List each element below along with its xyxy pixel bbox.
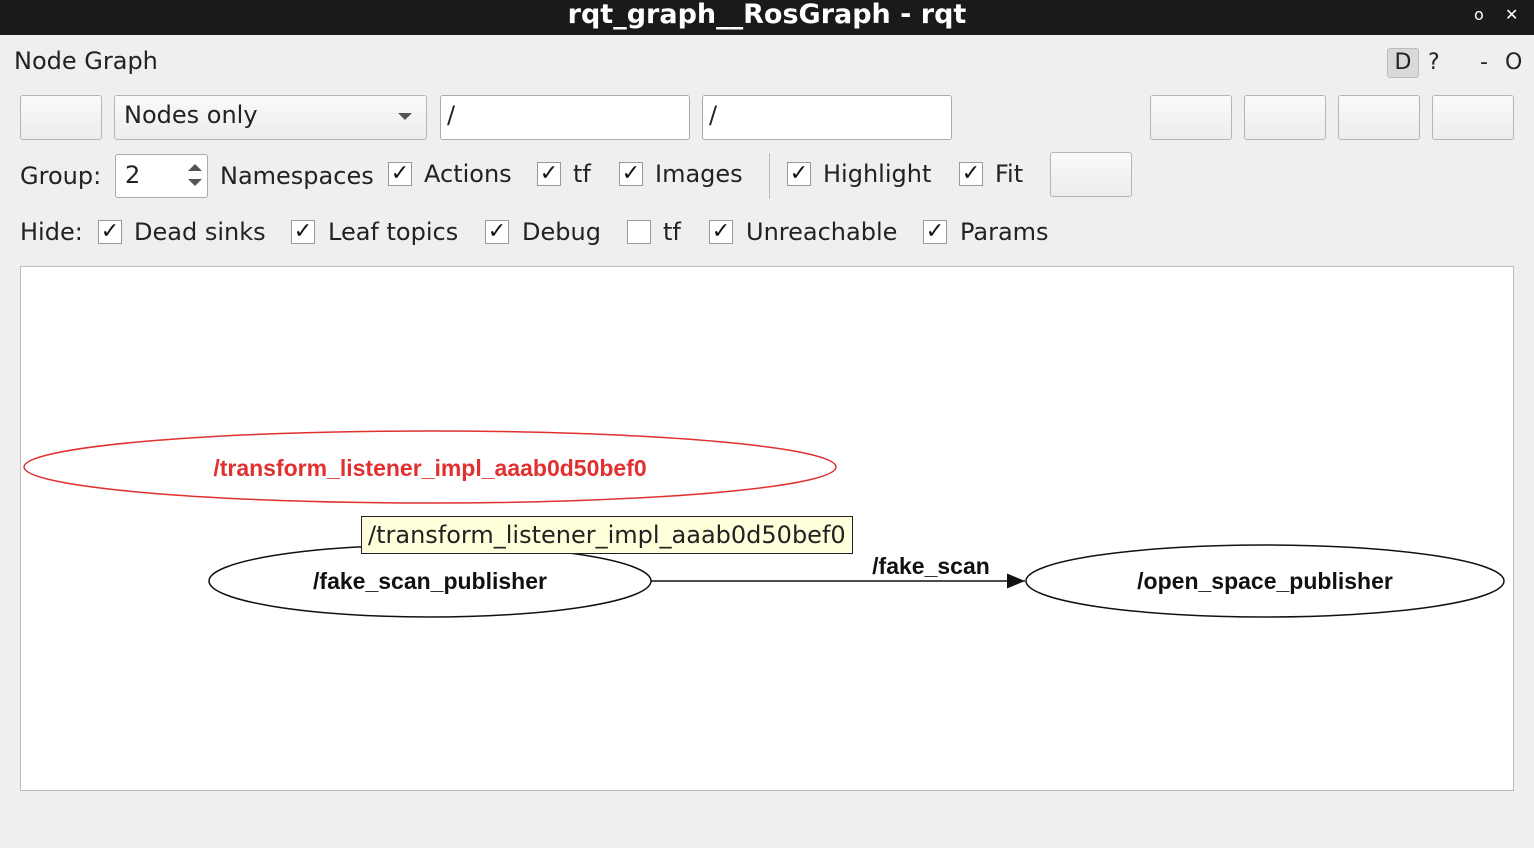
images-label: Images — [655, 160, 743, 188]
tf-group-label: tf — [573, 160, 591, 188]
graph-canvas[interactable]: /transform_listener_impl_aaab0d50bef0 /f… — [20, 266, 1514, 791]
highlight-checkbox[interactable]: ✓ — [787, 162, 811, 186]
chevron-down-icon — [398, 113, 412, 120]
highlight-label: Highlight — [823, 160, 932, 188]
fit-label: Fit — [995, 160, 1024, 188]
float-window-button[interactable]: o — [1474, 4, 1484, 26]
images-checkbox[interactable]: ✓ — [619, 162, 643, 186]
namespaces-label: Namespaces — [220, 162, 374, 190]
node-filter-input[interactable]: / — [440, 95, 690, 140]
graph-edge-fake-scan-label: /fake_scan — [872, 553, 990, 579]
d-button[interactable]: D — [1387, 48, 1419, 78]
graph-node-transform-listener-label: /transform_listener_impl_aaab0d50bef0 — [213, 455, 646, 481]
unreachable-checkbox[interactable]: ✓ — [709, 220, 733, 244]
options-button[interactable]: O — [1505, 50, 1522, 75]
fit-view-button[interactable] — [1050, 152, 1132, 197]
load-dot-button[interactable] — [1150, 95, 1232, 140]
graph-node-open-space-publisher-label: /open_space_publisher — [1137, 568, 1393, 594]
group-value: 2 — [125, 161, 141, 189]
debug-checkbox[interactable]: ✓ — [485, 220, 509, 244]
graph-type-select[interactable]: Nodes only — [114, 95, 427, 140]
spin-up-icon[interactable] — [188, 164, 202, 171]
debug-label: Debug — [522, 218, 601, 246]
save-svg-button[interactable] — [1338, 95, 1420, 140]
spin-down-icon[interactable] — [188, 179, 202, 186]
plugin-title: Node Graph — [14, 47, 158, 75]
leaf-topics-label: Leaf topics — [328, 218, 459, 246]
node-tooltip: /transform_listener_impl_aaab0d50bef0 — [361, 516, 853, 554]
graph-node-fake-scan-publisher-label: /fake_scan_publisher — [313, 568, 547, 594]
dead-sinks-label: Dead sinks — [134, 218, 266, 246]
hide-tf-checkbox[interactable] — [627, 220, 651, 244]
minimize-button[interactable]: - — [1480, 50, 1488, 75]
actions-label: Actions — [424, 160, 512, 188]
unreachable-label: Unreachable — [746, 218, 898, 246]
params-checkbox[interactable]: ✓ — [923, 220, 947, 244]
plugin-frame: Node Graph D ? - O Nodes only / / Group:… — [2, 35, 1532, 848]
hide-tf-label: tf — [663, 218, 681, 246]
tf-group-checkbox[interactable]: ✓ — [537, 162, 561, 186]
leaf-topics-checkbox[interactable]: ✓ — [291, 220, 315, 244]
group-spinbox[interactable]: 2 — [115, 154, 208, 198]
params-label: Params — [960, 218, 1049, 246]
window-title: rqt_graph__RosGraph - rqt — [567, 0, 967, 30]
actions-checkbox[interactable]: ✓ — [388, 162, 412, 186]
fit-checkbox[interactable]: ✓ — [959, 162, 983, 186]
save-dot-button[interactable] — [1244, 95, 1326, 140]
toolbar-separator — [769, 153, 770, 199]
save-image-button[interactable] — [1432, 95, 1514, 140]
close-window-button[interactable]: ✕ — [1505, 4, 1518, 26]
window-titlebar[interactable]: rqt_graph__RosGraph - rqt o ✕ — [0, 0, 1534, 35]
hide-label: Hide: — [20, 218, 83, 246]
graph-type-value: Nodes only — [124, 101, 258, 129]
topic-filter-input[interactable]: / — [702, 95, 952, 140]
dead-sinks-checkbox[interactable]: ✓ — [98, 220, 122, 244]
help-button[interactable]: ? — [1428, 50, 1440, 75]
refresh-graph-button[interactable] — [20, 95, 102, 140]
group-label: Group: — [20, 162, 102, 190]
